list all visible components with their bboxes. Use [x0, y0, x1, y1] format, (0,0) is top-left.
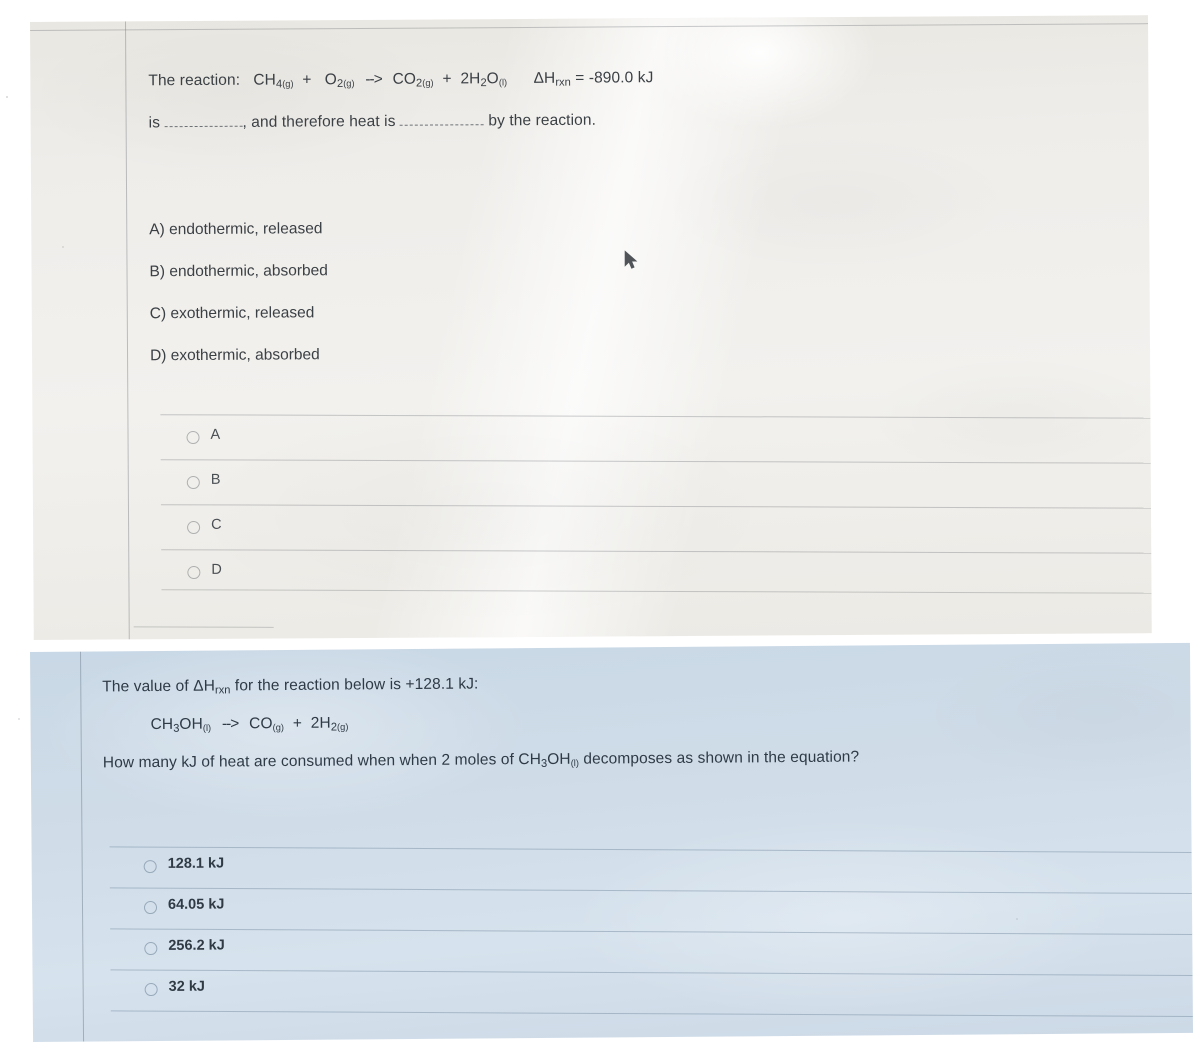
equation-plus-two: + [442, 70, 452, 88]
option-separator [109, 887, 1192, 895]
reactant-oxygen: O2(g) [324, 71, 355, 91]
question-two-question-line: How many kJ of heat are consumed when wh… [103, 747, 1167, 773]
option-label-b: B [210, 471, 221, 488]
option-label-c: C [211, 516, 222, 533]
equation-arrow-one: --> [365, 70, 382, 88]
option-label-32: 32 kJ [168, 978, 205, 995]
equation-plus-one: + [302, 71, 312, 89]
enthalpy-symbol-two: ΔHrxn [193, 677, 231, 697]
fill-blank-one [164, 112, 243, 128]
radio-button-a[interactable] [186, 430, 200, 445]
question-card-one: The reaction: CH4(g) + O2(g) --> CO2(g) … [30, 15, 1152, 640]
radio-button-32[interactable] [144, 983, 158, 997]
option-row-c[interactable]: C [143, 498, 1152, 549]
product-water: 2H2O(l) [460, 70, 508, 90]
enthalpy-value-one: ΔHrxn = -890.0 kJ [533, 69, 654, 89]
question-two-text-part-a: How many kJ of heat are consumed when wh… [102, 751, 515, 772]
option-label-2562: 256.2 kJ [168, 937, 225, 954]
blank-line-start: is [148, 114, 161, 132]
question-one-option-list: A B C D [142, 408, 1152, 594]
option-row-b[interactable]: B [143, 453, 1152, 504]
blank-line-end: by the reaction. [488, 111, 597, 130]
question-one-printed-choices: A) endothermic, released B) endothermic,… [149, 220, 328, 389]
question-one-prompt-prefix: The reaction: [148, 71, 241, 90]
question-two-prompt-prefix: The value of [102, 677, 189, 696]
option-separator [110, 1010, 1193, 1018]
equation-plus-three: + [292, 714, 303, 732]
reactant-methanol: CH3OH(l) [150, 715, 212, 735]
card-top-rule [30, 23, 1149, 31]
question-one-equation-line: The reaction: CH4(g) + O2(g) --> CO2(g) … [148, 67, 1124, 91]
option-label-6405: 64.05 kJ [167, 896, 225, 913]
option-row-d[interactable]: D [143, 543, 1152, 594]
option-label-a: A [210, 426, 221, 443]
question-two-equation-line: CH3OH(l) --> CO(g) + 2H2(g) [103, 709, 1167, 735]
question-two-body: The value of ΔHrxn for the reaction belo… [102, 671, 1167, 773]
question-two-prompt-middle: for the reaction below is +128.1 kJ: [234, 675, 479, 695]
radio-button-d[interactable] [187, 565, 201, 580]
equation-arrow-two: --> [221, 715, 239, 733]
question-one-body: The reaction: CH4(g) + O2(g) --> CO2(g) … [148, 67, 1124, 131]
option-separator [160, 459, 1152, 464]
option-label-d: D [211, 561, 222, 578]
option-separator [110, 969, 1193, 977]
option-separator [161, 549, 1152, 554]
backdrop-speck [62, 246, 64, 248]
option-separator [110, 928, 1193, 936]
printed-choice-d: D) exothermic, absorbed [149, 346, 320, 365]
blank-line-middle: , and therefore heat is [242, 112, 396, 131]
backdrop-speck [18, 718, 20, 720]
question-one-blank-line: is , and therefore heat is by the reacti… [149, 107, 1125, 131]
radio-button-2562[interactable] [144, 942, 158, 956]
inline-methanol-formula: CH3OH(l) [518, 750, 579, 770]
option-label-128: 128.1 kJ [167, 855, 225, 872]
question-card-two: The value of ΔHrxn for the reaction belo… [30, 642, 1194, 1042]
reactant-methane: CH4(g) [253, 71, 294, 91]
backdrop-speck [6, 96, 8, 98]
option-row-a[interactable]: A [142, 408, 1152, 459]
card-left-margin-rule [124, 21, 130, 640]
product-carbon-dioxide: CO2(g) [392, 70, 434, 90]
card-bottom-rule-two [133, 626, 274, 628]
printed-choice-a: A) endothermic, released [149, 220, 323, 239]
product-carbon-monoxide: CO(g) [249, 715, 285, 733]
option-separator [109, 846, 1192, 854]
printed-choice-c: C) exothermic, released [149, 304, 315, 323]
mouse-pointer-icon [624, 250, 638, 269]
radio-button-b[interactable] [186, 475, 200, 490]
question-two-text-part-b: decomposes as shown in the equation? [583, 748, 860, 768]
option-separator [160, 504, 1152, 509]
question-two-prompt-line: The value of ΔHrxn for the reaction belo… [102, 671, 1166, 697]
radio-button-128[interactable] [143, 860, 157, 874]
product-hydrogen: 2H2(g) [310, 714, 349, 734]
card-left-margin-rule [79, 651, 85, 1042]
backdrop-speck [1016, 918, 1018, 920]
option-separator [160, 414, 1152, 419]
radio-button-c[interactable] [187, 520, 201, 535]
question-two-option-list: 128.1 kJ 64.05 kJ 256.2 kJ 32 kJ [92, 838, 1193, 1042]
radio-button-6405[interactable] [143, 901, 158, 915]
printed-choice-b: B) endothermic, absorbed [149, 262, 328, 281]
fill-blank-two [399, 111, 484, 126]
